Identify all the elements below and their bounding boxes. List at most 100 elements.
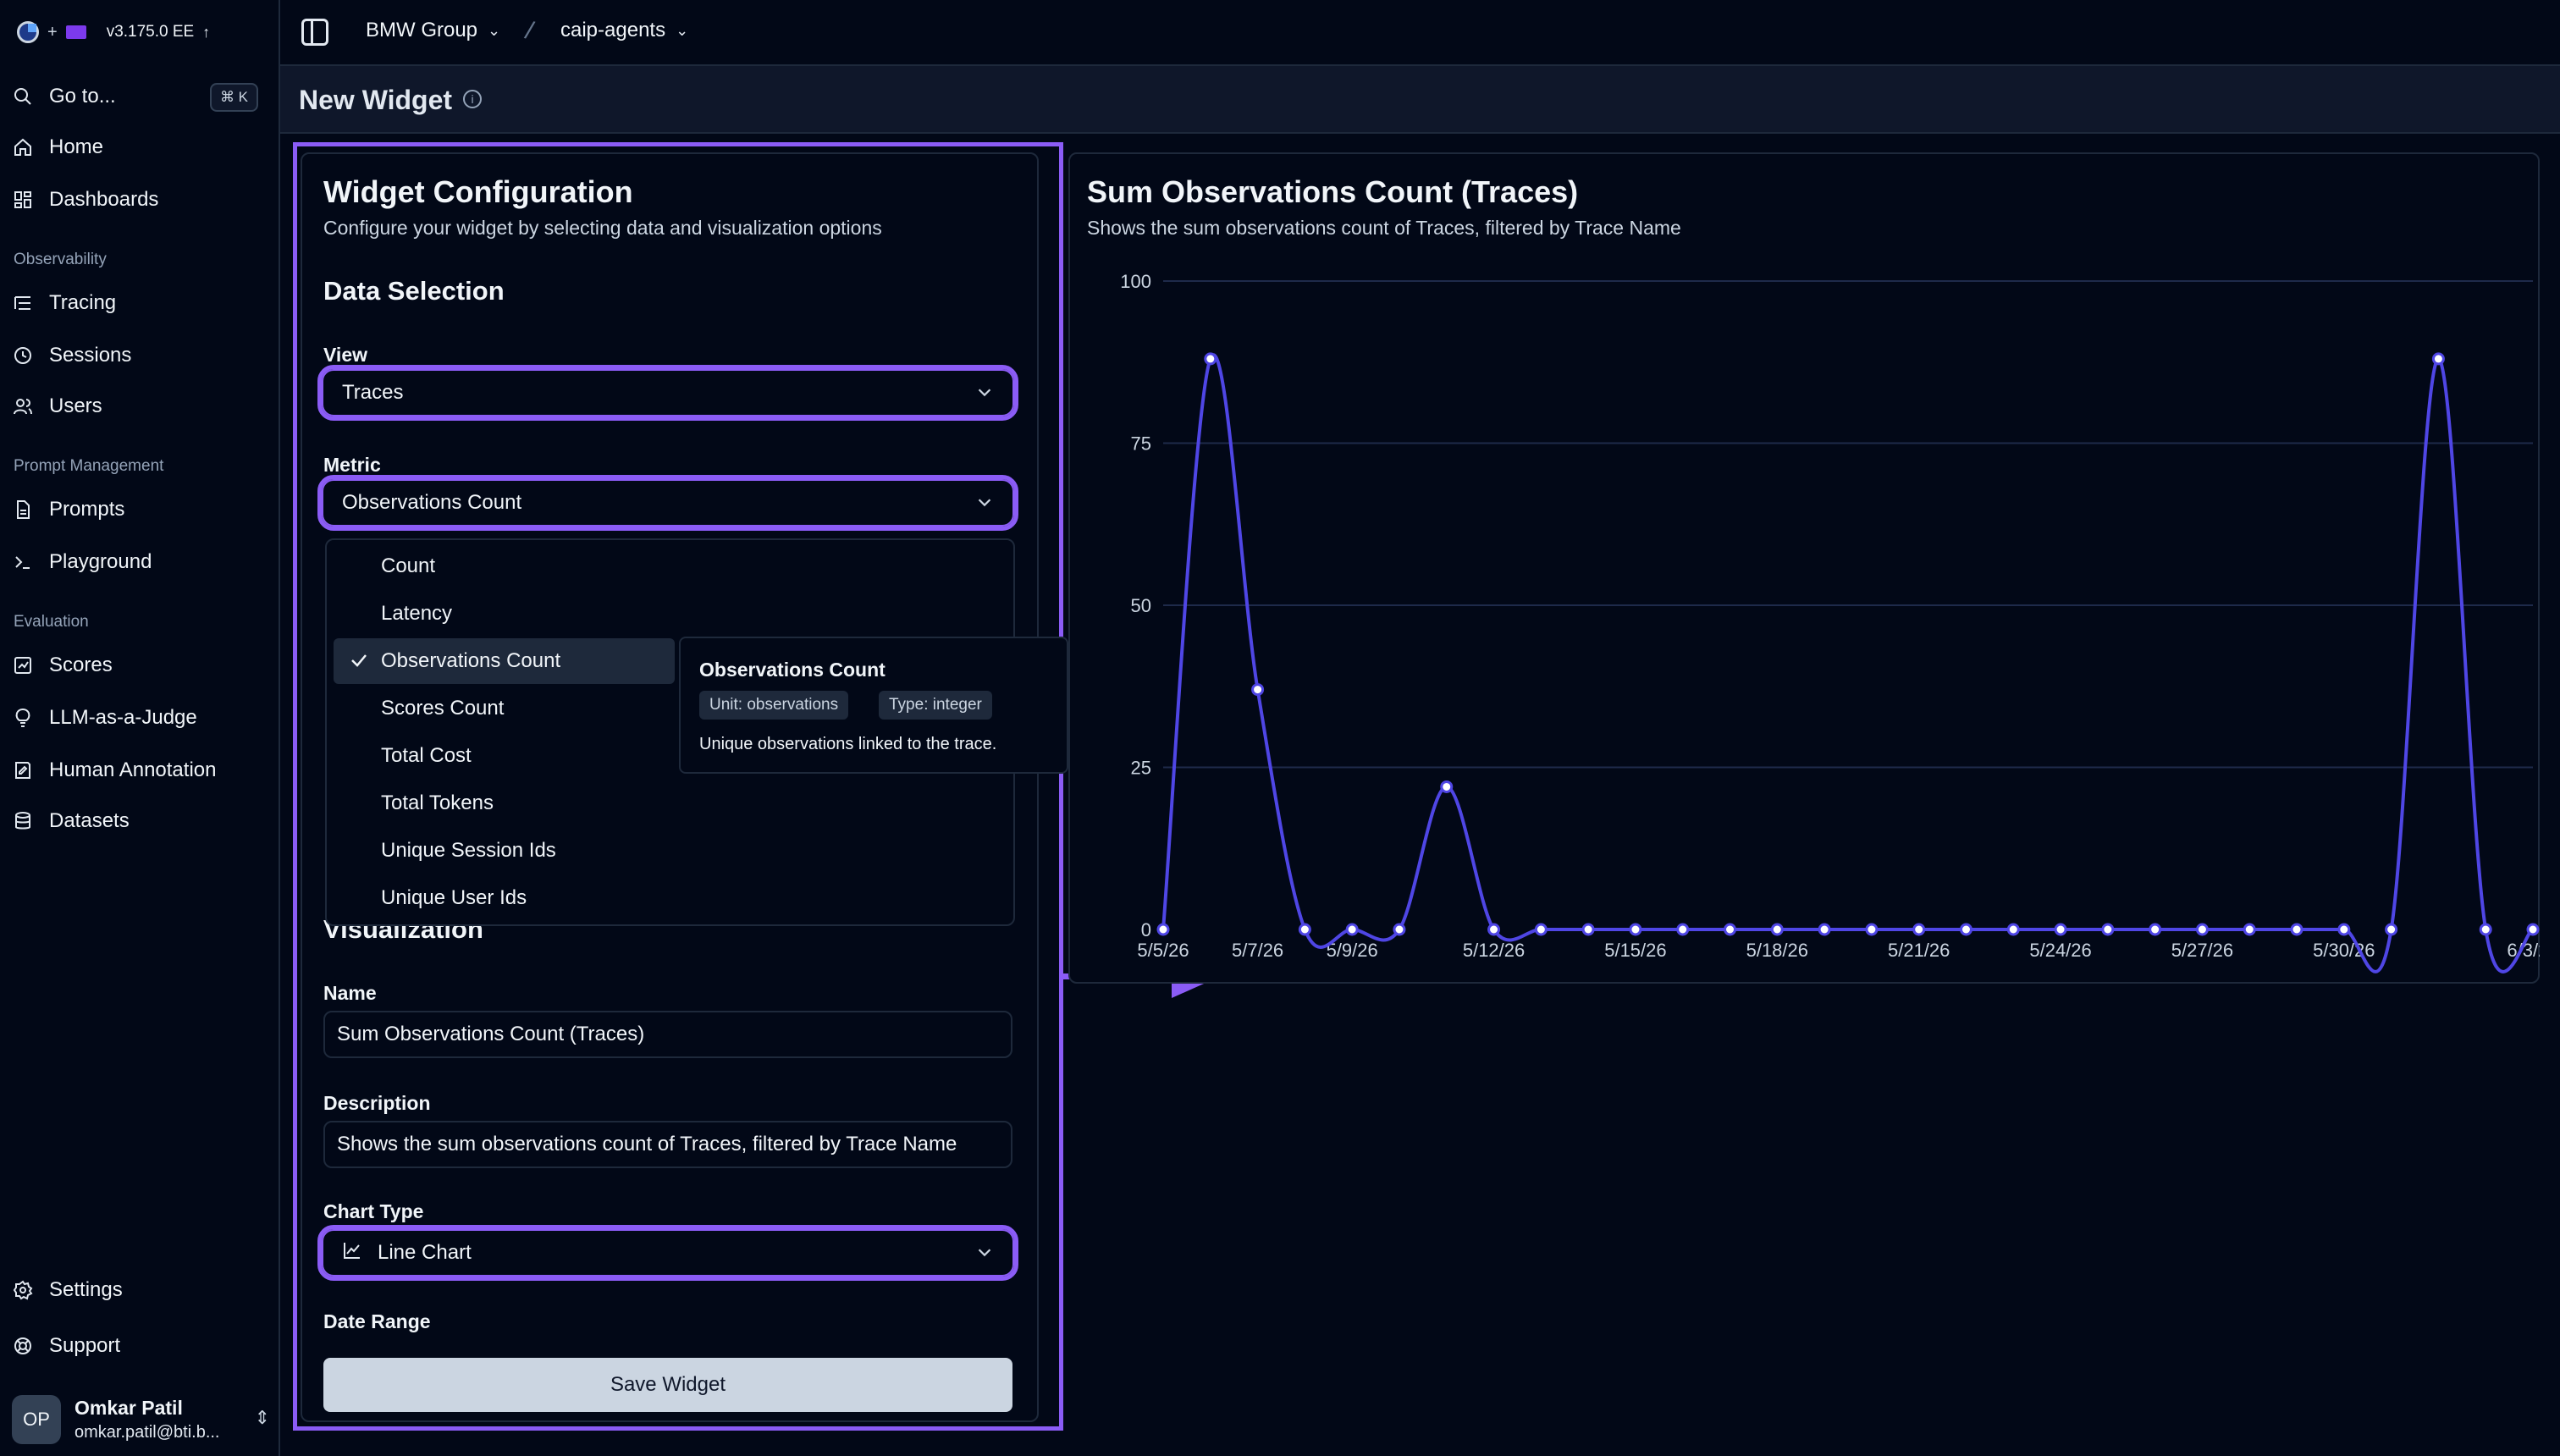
sidebar-item-label: LLM-as-a-Judge	[49, 706, 197, 729]
data-point	[1724, 923, 1737, 936]
sidebar-item-human-annotation[interactable]: Human Annotation	[12, 752, 270, 789]
data-point	[1204, 352, 1217, 366]
data-point	[1912, 923, 1926, 936]
x-tick-label: 5/30/26	[2313, 940, 2375, 961]
sidebar-item-label: Human Annotation	[49, 758, 217, 781]
sidebar-item-tracing[interactable]: Tracing	[12, 284, 270, 322]
sidebar-item-support[interactable]: Support	[12, 1327, 270, 1365]
data-point	[2149, 923, 2162, 936]
name-input[interactable]: Sum Observations Count (Traces)	[323, 1011, 1012, 1058]
chart-type-select[interactable]: Line Chart	[317, 1225, 1018, 1281]
view-label: View	[323, 344, 367, 366]
line-chart-icon	[342, 1240, 378, 1266]
chevron-down-icon	[975, 493, 994, 517]
sidebar-item-datasets[interactable]: Datasets	[12, 802, 270, 840]
data-point	[2431, 352, 2445, 366]
sidebar-item-prompts[interactable]: Prompts	[12, 491, 270, 528]
project-selector[interactable]: caip-agents ⌄	[560, 19, 688, 42]
type-badge: Type: integer	[879, 691, 992, 720]
chevron-down-icon	[975, 383, 994, 407]
sidebar-item-llm-judge[interactable]: LLM-as-a-Judge	[12, 699, 270, 736]
metric-tooltip: Observations Count Unit: observations Ty…	[679, 637, 1068, 774]
series-line	[1161, 353, 2535, 973]
annotation-icon	[12, 759, 34, 781]
description-input[interactable]: Shows the sum observations count of Trac…	[323, 1121, 1012, 1168]
sidebar-item-label: Dashboards	[49, 188, 159, 211]
view-select[interactable]: Traces	[317, 365, 1018, 421]
org-selector[interactable]: BMW Group ⌄	[366, 19, 500, 42]
data-point	[2006, 923, 2020, 936]
sidebar-item-home[interactable]: Home	[12, 129, 270, 166]
data-point	[1345, 923, 1359, 936]
info-icon[interactable]: i	[463, 90, 482, 108]
sidebar-item-label: Tracing	[49, 291, 117, 314]
y-tick-label: 50	[1131, 595, 1151, 616]
metric-option-observations-count[interactable]: Observations Count	[334, 638, 675, 684]
data-point	[1393, 923, 1406, 936]
sidebar-item-label: Settings	[49, 1278, 123, 1301]
date-range-label: Date Range	[323, 1310, 431, 1332]
line-chart: 0 25 50 75 100 5/5/26 5/7/26 5/9/26 5/12/26 5/15/…	[1120, 271, 2540, 973]
chevrons-up-down-icon: ⇕	[254, 1407, 270, 1428]
search-icon	[12, 85, 34, 108]
lightbulb-icon	[12, 707, 34, 729]
brand[interactable]: + v3.175.0 EE ↑	[17, 19, 210, 46]
data-point	[2101, 923, 2115, 936]
x-tick-label: 5/7/26	[1232, 940, 1283, 961]
home-icon	[12, 136, 34, 158]
metric-option-count[interactable]: Count	[334, 543, 675, 589]
metric-option-unique-user-ids[interactable]: Unique User Ids	[334, 875, 675, 921]
user-menu[interactable]: OP Omkar Patil omkar.patil@bti.b... ⇕	[12, 1392, 270, 1448]
x-tick-label: 5/24/26	[2029, 940, 2091, 961]
goto-label: Go to...	[49, 85, 116, 108]
user-name: Omkar Patil	[74, 1397, 183, 1419]
chart-type-label: Chart Type	[323, 1200, 424, 1222]
data-point	[1156, 923, 1170, 936]
sidebar-item-dashboards[interactable]: Dashboards	[12, 181, 270, 218]
x-tick-label: 5/18/26	[1746, 940, 1808, 961]
database-icon	[12, 810, 34, 832]
metric-select[interactable]: Observations Count	[317, 475, 1018, 531]
section-prompt-management: Prompt Management	[14, 457, 164, 475]
sidebar-item-settings[interactable]: Settings	[12, 1271, 270, 1309]
save-widget-button[interactable]: Save Widget	[323, 1358, 1012, 1412]
metric-option-total-cost[interactable]: Total Cost	[334, 733, 675, 779]
data-point	[1581, 923, 1595, 936]
sidebar-toggle-icon[interactable]	[301, 19, 328, 46]
data-point	[1440, 780, 1454, 793]
sidebar-item-label: Support	[49, 1334, 121, 1357]
sidebar: + v3.175.0 EE ↑ Go to... ⌘ K Home Dashbo…	[0, 0, 280, 1456]
sidebar-item-label: Scores	[49, 654, 113, 676]
metric-option-total-tokens[interactable]: Total Tokens	[334, 780, 675, 826]
data-point	[1959, 923, 1972, 936]
unit-badge: Unit: observations	[699, 691, 849, 720]
data-point	[2526, 923, 2540, 936]
sidebar-item-playground[interactable]: Playground	[12, 543, 270, 581]
chart-title: Sum Observations Count (Traces)	[1087, 174, 1579, 209]
chart-type-value: Line Chart	[378, 1241, 472, 1264]
topbar: BMW Group ⌄ / caip-agents ⌄	[280, 0, 2560, 66]
metric-option-latency[interactable]: Latency	[334, 591, 675, 637]
metric-option-unique-session-ids[interactable]: Unique Session Ids	[334, 828, 675, 874]
data-point	[1251, 683, 1265, 697]
y-tick-label: 0	[1141, 919, 1151, 940]
data-point	[1770, 923, 1784, 936]
check-icon	[349, 650, 369, 676]
goto-search[interactable]: Go to... ⌘ K	[12, 78, 270, 115]
data-point	[2195, 923, 2209, 936]
sidebar-item-sessions[interactable]: Sessions	[12, 337, 270, 374]
data-point	[1298, 923, 1311, 936]
x-tick-label: 5/15/26	[1604, 940, 1666, 961]
data-point	[1676, 923, 1690, 936]
sidebar-item-label: Users	[49, 394, 102, 417]
x-tick-label: 5/27/26	[2171, 940, 2233, 961]
sidebar-item-users[interactable]: Users	[12, 388, 270, 425]
y-tick-label: 75	[1131, 433, 1151, 455]
data-point	[2054, 923, 2067, 936]
terminal-icon	[12, 551, 34, 573]
data-point	[2479, 923, 2492, 936]
avatar: OP	[12, 1395, 61, 1444]
metric-option-scores-count[interactable]: Scores Count	[334, 686, 675, 731]
sidebar-item-scores[interactable]: Scores	[12, 647, 270, 684]
chevron-down-icon: ⌄	[488, 21, 501, 39]
